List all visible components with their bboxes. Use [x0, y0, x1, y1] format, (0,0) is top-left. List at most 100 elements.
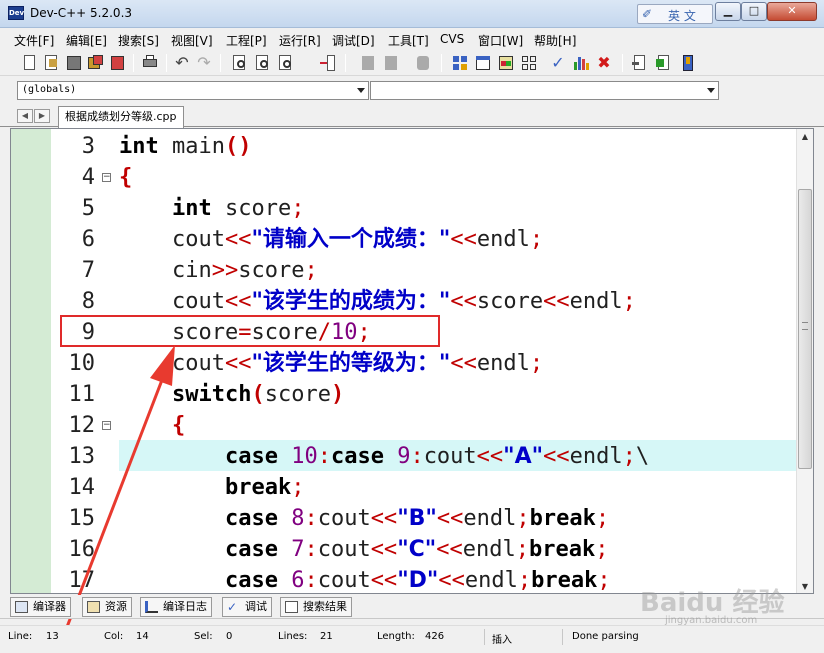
- save-icon[interactable]: [64, 53, 84, 73]
- run-icon[interactable]: [473, 53, 493, 73]
- rebuild-all-icon[interactable]: [519, 53, 539, 73]
- ime-logo-icon: ✐: [642, 7, 653, 21]
- compile-run-icon[interactable]: [496, 53, 516, 73]
- line-number: 12: [68, 413, 96, 438]
- close-icon: ✕: [787, 4, 797, 17]
- code-line[interactable]: case 8:cout<<"B"<<endl;break;: [119, 503, 813, 534]
- code-line[interactable]: case 10:case 9:cout<<"A"<<endl;\: [119, 441, 813, 472]
- ime-mode-label: 英 文: [668, 9, 696, 23]
- find-next-icon[interactable]: [276, 53, 296, 73]
- status-col-label: Col:: [104, 631, 124, 642]
- chevron-down-icon: [357, 88, 365, 93]
- maximize-icon: □: [748, 4, 760, 17]
- line-number: 6: [81, 227, 95, 252]
- code-line[interactable]: case 7:cout<<"C"<<endl;break;: [119, 534, 813, 565]
- bookmark-next-icon[interactable]: [381, 53, 401, 73]
- line-number: 10: [68, 351, 96, 376]
- code-line[interactable]: cout<<"该学生的成绩为："<<score<<endl;: [119, 286, 813, 317]
- code-line[interactable]: {: [119, 162, 813, 193]
- code-line[interactable]: break;: [119, 472, 813, 503]
- fold-toggle-icon[interactable]: −: [102, 421, 111, 430]
- add-to-project-icon[interactable]: [654, 53, 674, 73]
- redo-icon[interactable]: ↷: [194, 53, 214, 73]
- code-line[interactable]: cin>>score;: [119, 255, 813, 286]
- menu-item-9[interactable]: 窗口[W]: [478, 32, 523, 49]
- scope-combo-value: (globals): [22, 84, 77, 95]
- menu-item-5[interactable]: 运行[R]: [279, 32, 321, 49]
- save-all-icon[interactable]: [86, 53, 106, 73]
- menu-item-6[interactable]: 调试[D]: [332, 32, 375, 49]
- replace-icon[interactable]: [253, 53, 273, 73]
- undo-icon[interactable]: ↶: [172, 53, 192, 73]
- menu-item-2[interactable]: 搜索[S]: [118, 32, 159, 49]
- status-lines-value: 21: [320, 631, 333, 642]
- class-browser-bar: (globals): [0, 77, 824, 104]
- check-syntax-icon[interactable]: ✓: [548, 53, 568, 73]
- new-file-icon[interactable]: [20, 53, 40, 73]
- scroll-up-arrow-icon[interactable]: ▲: [797, 129, 813, 145]
- print-icon[interactable]: [140, 53, 160, 73]
- scroll-down-arrow-icon[interactable]: ▼: [797, 579, 813, 593]
- status-length-label: Length:: [377, 631, 415, 642]
- status-sel-label: Sel:: [194, 631, 213, 642]
- profile-icon[interactable]: [571, 53, 591, 73]
- toggle-bookmark-icon[interactable]: [413, 53, 433, 73]
- scrollbar-thumb[interactable]: [798, 189, 812, 469]
- find-icon[interactable]: [230, 53, 250, 73]
- menu-item-7[interactable]: 工具[T]: [388, 32, 429, 49]
- code-line[interactable]: {: [119, 410, 813, 441]
- tab-resources[interactable]: 资源: [82, 597, 132, 617]
- maximize-button[interactable]: □: [741, 2, 767, 21]
- tab-debug[interactable]: ✓ 调试: [222, 597, 272, 617]
- menu-item-10[interactable]: 帮助[H]: [534, 32, 576, 49]
- fold-toggle-icon[interactable]: −: [102, 173, 111, 182]
- menu-item-1[interactable]: 编辑[E]: [66, 32, 107, 49]
- status-col-value: 14: [136, 631, 149, 642]
- compile-icon[interactable]: [450, 53, 470, 73]
- code-line[interactable]: int score;: [119, 193, 813, 224]
- code-editor[interactable]: 3 4−5 6 7 8 9 10 11 12−13 14 15 16 17 int main(){ in…: [10, 128, 814, 594]
- line-number: 7: [81, 258, 95, 283]
- ime-indicator[interactable]: ✐ 英 文: [637, 4, 713, 24]
- function-combo[interactable]: [370, 81, 719, 100]
- vertical-scrollbar[interactable]: ▲ ▼: [796, 129, 813, 593]
- code-line[interactable]: switch(score): [119, 379, 813, 410]
- menu-bar: 文件[F] 编辑[E] 搜索[S] 视图[V] 工程[P] 运行[R] 调试[D] 工具[T]…: [0, 29, 824, 49]
- editor-tab-bar: ◀ ▶ 根据成绩划分等级.cpp: [0, 104, 824, 128]
- goto-line-icon[interactable]: [318, 53, 338, 73]
- code-line[interactable]: cout<<"该学生的等级为："<<endl;: [119, 348, 813, 379]
- tab-file[interactable]: 根据成绩划分等级.cpp: [58, 106, 184, 128]
- line-number: 4: [81, 165, 95, 190]
- annotation-highlight-box: [60, 315, 440, 347]
- tab-scroll-left-button[interactable]: ◀: [17, 109, 33, 123]
- menu-item-0[interactable]: 文件[F]: [14, 32, 54, 49]
- menu-item-3[interactable]: 视图[V]: [171, 32, 213, 49]
- new-project-icon[interactable]: [630, 53, 650, 73]
- bookmark-prev-icon[interactable]: [358, 53, 378, 73]
- tab-compile-log-label: 编译日志: [163, 600, 207, 613]
- open-file-icon[interactable]: [42, 53, 62, 73]
- grip-icon: [802, 322, 808, 330]
- chevron-right-icon: ▶: [38, 111, 46, 120]
- project-options-icon[interactable]: [678, 53, 698, 73]
- stop-execution-icon[interactable]: ✖: [594, 53, 614, 73]
- resources-icon: [87, 601, 100, 613]
- code-area[interactable]: int main(){ int score; cout<<"请输入一个成绩："<…: [119, 129, 797, 593]
- minimize-button[interactable]: ▁: [715, 2, 741, 21]
- tab-compile-log[interactable]: 编译日志: [140, 597, 212, 617]
- status-lines-label: Lines:: [278, 631, 308, 642]
- menu-item-8[interactable]: CVS: [440, 32, 464, 46]
- code-line[interactable]: int main(): [119, 131, 813, 162]
- close-file-icon[interactable]: [108, 53, 128, 73]
- code-line[interactable]: cout<<"请输入一个成绩："<<endl;: [119, 224, 813, 255]
- tab-scroll-right-button[interactable]: ▶: [34, 109, 50, 123]
- window-title: Dev-C++ 5.2.0.3: [30, 6, 133, 20]
- menu-item-4[interactable]: 工程[P]: [226, 32, 267, 49]
- tab-search-results[interactable]: 搜索结果: [280, 597, 352, 617]
- scope-combo[interactable]: (globals): [17, 81, 369, 100]
- line-number: 5: [81, 196, 95, 221]
- line-number: 13: [68, 444, 96, 469]
- tab-compiler[interactable]: 编译器: [10, 597, 71, 617]
- close-button[interactable]: ✕: [767, 2, 817, 21]
- line-number: 14: [68, 475, 96, 500]
